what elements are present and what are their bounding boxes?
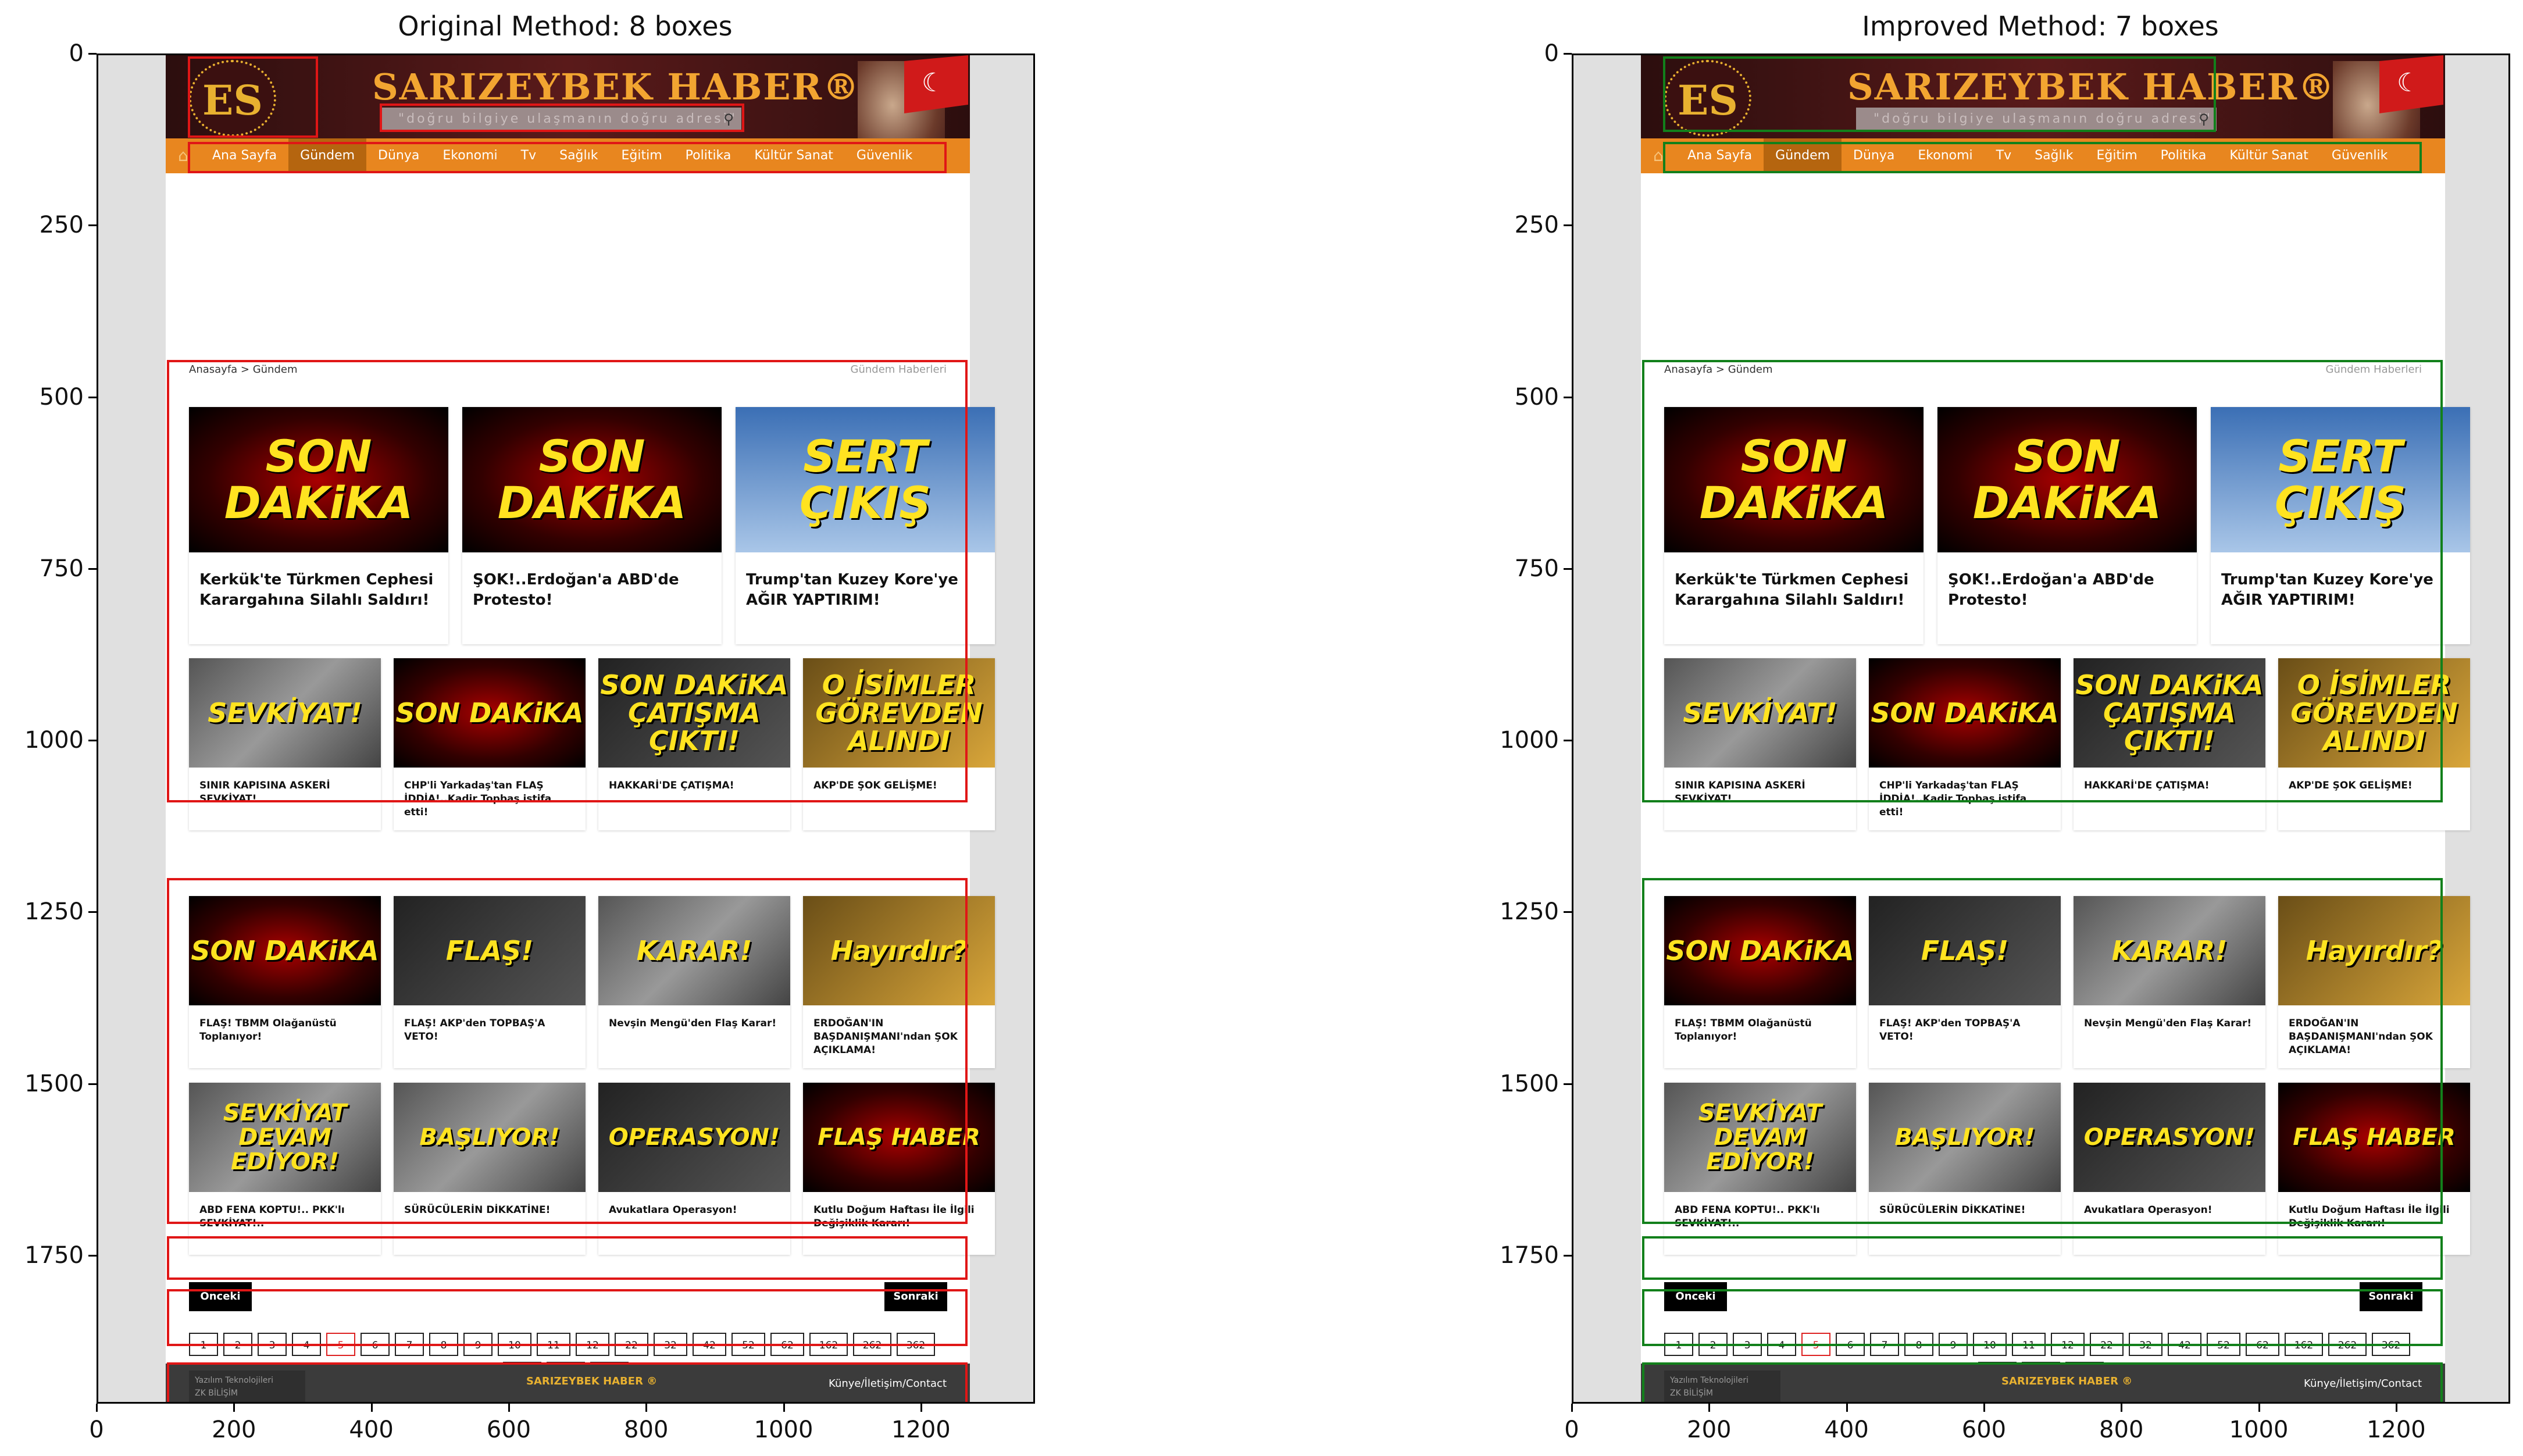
axis-tick-mark <box>88 396 97 398</box>
axis-tick-mark <box>1983 1404 1985 1412</box>
y-tick-label: 1750 <box>24 1241 84 1269</box>
y-tick-label: 750 <box>1514 555 1559 582</box>
detection-box <box>380 103 744 133</box>
axis-tick-mark <box>1708 1404 1711 1412</box>
detection-box <box>167 1362 968 1402</box>
y-tick-label: 1750 <box>1500 1241 1559 1269</box>
axis-tick-mark <box>88 1254 97 1257</box>
x-tick-label: 1000 <box>754 1416 813 1443</box>
x-tick-label: 600 <box>1961 1416 2007 1443</box>
axis-tick-mark <box>1564 53 1572 55</box>
y-tick-label: 1500 <box>24 1070 84 1097</box>
y-tick-label: 0 <box>1544 40 1559 67</box>
y-tick-label: 1250 <box>24 898 84 926</box>
axis-tick-mark <box>2121 1404 2123 1412</box>
axis-tick-mark <box>96 1404 98 1412</box>
page-gutter-left <box>1573 55 1641 1402</box>
axis-tick-mark <box>1571 1404 1573 1412</box>
detection-box <box>167 360 968 802</box>
y-tick-label: 1000 <box>24 727 84 754</box>
y-tick-label: 1250 <box>1500 898 1559 926</box>
detection-box <box>187 141 947 174</box>
detection-box <box>1662 56 2216 133</box>
axis-tick-mark <box>88 1083 97 1085</box>
detection-box <box>1642 1362 2443 1402</box>
turkish-flag-icon: ☾ <box>904 55 968 113</box>
axis-tick-mark <box>2395 1404 2397 1412</box>
y-tick-label: 250 <box>1514 212 1559 239</box>
y-tick-label: 250 <box>39 212 84 239</box>
axis-tick-mark <box>88 53 97 55</box>
detection-box <box>167 1236 968 1280</box>
x-tick-label: 1000 <box>2229 1416 2289 1443</box>
detection-box <box>167 1289 968 1347</box>
axis-tick-mark <box>1564 1083 1572 1085</box>
left-subplot-title: Original Method: 8 boxes <box>398 10 733 42</box>
right-subplot-title: Improved Method: 7 boxes <box>1862 10 2219 42</box>
axis-tick-mark <box>1564 396 1572 398</box>
left-axes: ES SARIZEYBEK HABER® "doğru bilgiye ulaş… <box>97 53 1035 1404</box>
x-tick-label: 0 <box>89 1416 104 1443</box>
detection-box <box>167 877 968 1225</box>
detection-box <box>1642 1236 2443 1280</box>
y-tick-label: 1000 <box>1500 727 1559 754</box>
y-tick-label: 0 <box>69 40 84 67</box>
axis-tick-mark <box>1564 224 1572 227</box>
axis-tick-mark <box>88 568 97 570</box>
page-gutter-left <box>98 55 166 1402</box>
axis-tick-mark <box>233 1404 235 1412</box>
axis-tick-mark <box>88 911 97 913</box>
axis-tick-mark <box>1564 740 1572 742</box>
detection-box <box>1662 141 2422 174</box>
x-tick-label: 200 <box>1687 1416 1732 1443</box>
axis-tick-mark <box>2258 1404 2260 1412</box>
y-tick-label: 750 <box>39 555 84 582</box>
x-tick-label: 1200 <box>891 1416 951 1443</box>
axis-tick-mark <box>1564 911 1572 913</box>
x-tick-label: 600 <box>486 1416 531 1443</box>
axis-tick-mark <box>645 1404 648 1412</box>
axis-tick-mark <box>88 224 97 227</box>
detection-box <box>1642 877 2443 1225</box>
x-tick-label: 800 <box>2099 1416 2144 1443</box>
brand-title[interactable]: SARIZEYBEK HABER® <box>372 66 860 108</box>
right-axes: ES SARIZEYBEK HABER® "doğru bilgiye ulaş… <box>1572 53 2510 1404</box>
axis-tick-mark <box>88 740 97 742</box>
x-tick-label: 400 <box>349 1416 394 1443</box>
x-tick-label: 0 <box>1564 1416 1579 1443</box>
x-tick-label: 1200 <box>2366 1416 2426 1443</box>
axis-tick-mark <box>1564 568 1572 570</box>
x-tick-label: 200 <box>212 1416 256 1443</box>
detection-box <box>1642 1289 2443 1347</box>
axis-tick-mark <box>508 1404 510 1412</box>
turkish-flag-icon: ☾ <box>2379 55 2443 113</box>
y-tick-label: 500 <box>1514 383 1559 411</box>
detection-box <box>187 56 319 138</box>
axis-tick-mark <box>1564 1254 1572 1257</box>
x-tick-label: 800 <box>624 1416 669 1443</box>
axis-tick-mark <box>920 1404 922 1412</box>
y-tick-label: 500 <box>39 383 84 411</box>
axis-tick-mark <box>783 1404 785 1412</box>
detection-box <box>1642 360 2443 802</box>
x-tick-label: 400 <box>1824 1416 1869 1443</box>
y-tick-label: 1500 <box>1500 1070 1559 1097</box>
axis-tick-mark <box>1846 1404 1848 1412</box>
axis-tick-mark <box>370 1404 373 1412</box>
